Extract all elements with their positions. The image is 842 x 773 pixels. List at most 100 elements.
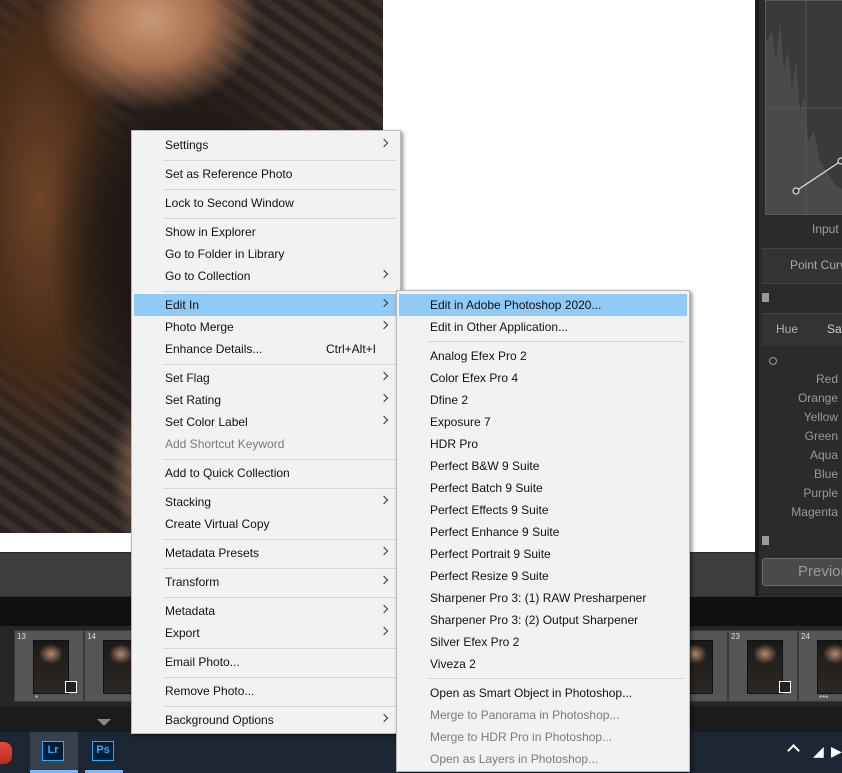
chevron-right-icon xyxy=(379,371,389,381)
menu-item-show-in-explorer[interactable]: Show in Explorer xyxy=(134,221,398,243)
menu-item-label: Transform xyxy=(165,575,220,589)
previous-button-label: Previou xyxy=(798,563,842,580)
submenu-item-label: Perfect B&W 9 Suite xyxy=(430,459,540,473)
submenu-item-perfect-resize-9-suite[interactable]: Perfect Resize 9 Suite xyxy=(399,565,687,587)
menu-item-email-photo[interactable]: Email Photo... xyxy=(134,651,398,673)
creative-cloud-icon[interactable] xyxy=(0,742,12,764)
filmstrip-thumbnail[interactable]: 24 *** xyxy=(798,630,842,703)
menu-item-set-rating[interactable]: Set Rating xyxy=(134,389,398,411)
submenu-item-perfect-enhance-9-suite[interactable]: Perfect Enhance 9 Suite xyxy=(399,521,687,543)
thumbnail-index: 14 xyxy=(87,632,96,641)
chevron-right-icon xyxy=(379,393,389,403)
menu-separator xyxy=(163,291,396,292)
hsl-label-purple: Purple xyxy=(803,486,838,500)
submenu-item-open-as-smart-object-in-photoshop[interactable]: Open as Smart Object in Photoshop... xyxy=(399,682,687,704)
hsl-label-blue: Blue xyxy=(813,467,838,481)
filmstrip-thumbnail[interactable]: 13 * xyxy=(14,630,84,703)
menu-item-label: Email Photo... xyxy=(165,655,240,669)
filmstrip-dropdown-icon[interactable] xyxy=(97,719,111,726)
chevron-right-icon xyxy=(379,269,389,279)
submenu-item-silver-efex-pro-2[interactable]: Silver Efex Pro 2 xyxy=(399,631,687,653)
menu-item-add-shortcut-keyword: Add Shortcut Keyword xyxy=(134,433,398,455)
submenu-item-exposure-7[interactable]: Exposure 7 xyxy=(399,411,687,433)
menu-separator xyxy=(163,488,396,489)
photoshop-icon[interactable]: Ps xyxy=(92,741,114,761)
menu-item-background-options[interactable]: Background Options xyxy=(134,709,398,731)
menu-separator xyxy=(163,160,396,161)
menu-item-go-to-folder-in-library[interactable]: Go to Folder in Library xyxy=(134,243,398,265)
menu-item-edit-in[interactable]: Edit In xyxy=(134,294,398,316)
speaker-icon[interactable]: ▶ xyxy=(831,743,842,760)
submenu-item-dfine-2[interactable]: Dfine 2 xyxy=(399,389,687,411)
menu-item-shortcut: Ctrl+Alt+I xyxy=(325,342,376,356)
edited-badge-icon xyxy=(779,681,791,693)
chevron-right-icon xyxy=(379,298,389,308)
submenu-item-label: Edit in Adobe Photoshop 2020... xyxy=(430,298,602,312)
tab-hue[interactable]: Hue xyxy=(776,322,798,336)
chevron-right-icon xyxy=(379,415,389,425)
submenu-item-perfect-batch-9-suite[interactable]: Perfect Batch 9 Suite xyxy=(399,477,687,499)
menu-item-label: Set Rating xyxy=(165,393,222,407)
hsl-label-green: Green xyxy=(804,429,838,443)
menu-item-add-to-quick-collection[interactable]: Add to Quick Collection xyxy=(134,462,398,484)
menu-item-set-color-label[interactable]: Set Color Label xyxy=(134,411,398,433)
menu-item-set-as-reference-photo[interactable]: Set as Reference Photo xyxy=(134,163,398,185)
submenu-item-analog-efex-pro-2[interactable]: Analog Efex Pro 2 xyxy=(399,345,687,367)
menu-item-lock-to-second-window[interactable]: Lock to Second Window xyxy=(134,192,398,214)
hsl-label-magenta: Magenta xyxy=(791,505,838,519)
wifi-icon[interactable]: ◢ xyxy=(813,743,824,760)
menu-item-label: Enhance Details... xyxy=(165,342,263,356)
menu-item-label: Add Shortcut Keyword xyxy=(165,437,285,451)
tone-curve-graph[interactable] xyxy=(765,0,842,215)
menu-item-metadata[interactable]: Metadata xyxy=(134,600,398,622)
curve-input-label: Input xyxy=(812,222,839,236)
menu-item-go-to-collection[interactable]: Go to Collection xyxy=(134,265,398,287)
histogram-curve xyxy=(766,1,842,214)
panel-toggle-switch[interactable] xyxy=(762,536,769,545)
submenu-item-color-efex-pro-4[interactable]: Color Efex Pro 4 xyxy=(399,367,687,389)
panel-toggle-switch[interactable] xyxy=(762,293,769,302)
submenu-item-perfect-effects-9-suite[interactable]: Perfect Effects 9 Suite xyxy=(399,499,687,521)
menu-separator xyxy=(163,706,396,707)
menu-item-export[interactable]: Export xyxy=(134,622,398,644)
edit-in-submenu: Edit in Adobe Photoshop 2020... Edit in O… xyxy=(396,290,690,772)
menu-separator xyxy=(163,568,396,569)
submenu-item-edit-in-adobe-photoshop-2020[interactable]: Edit in Adobe Photoshop 2020... xyxy=(399,294,687,316)
submenu-item-label: Perfect Portrait 9 Suite xyxy=(430,547,551,561)
menu-item-transform[interactable]: Transform xyxy=(134,571,398,593)
menu-separator xyxy=(163,189,396,190)
submenu-item-viveza-2[interactable]: Viveza 2 xyxy=(399,653,687,675)
submenu-item-hdr-pro[interactable]: HDR Pro xyxy=(399,433,687,455)
menu-separator xyxy=(163,218,396,219)
submenu-item-label: Perfect Batch 9 Suite xyxy=(430,481,543,495)
menu-item-photo-merge[interactable]: Photo Merge xyxy=(134,316,398,338)
submenu-item-edit-in-other-application[interactable]: Edit in Other Application... xyxy=(399,316,687,338)
menu-item-enhance-details[interactable]: Enhance Details... Ctrl+Alt+I xyxy=(134,338,398,360)
menu-separator xyxy=(163,597,396,598)
thumbnail-image xyxy=(747,640,783,694)
chevron-right-icon xyxy=(379,320,389,330)
menu-item-set-flag[interactable]: Set Flag xyxy=(134,367,398,389)
lightroom-icon[interactable]: Lr xyxy=(42,741,64,761)
menu-item-metadata-presets[interactable]: Metadata Presets xyxy=(134,542,398,564)
filmstrip-thumbnail[interactable]: 23 xyxy=(728,630,798,702)
menu-item-label: Metadata Presets xyxy=(165,546,260,560)
menu-item-label: Photo Merge xyxy=(165,320,234,334)
submenu-item-perfect-portrait-9-suite[interactable]: Perfect Portrait 9 Suite xyxy=(399,543,687,565)
submenu-item-sharpener-pro-3-2-output-sharpener[interactable]: Sharpener Pro 3: (2) Output Sharpener xyxy=(399,609,687,631)
target-adjust-icon[interactable] xyxy=(769,357,777,365)
submenu-item-perfect-bandw-9-suite[interactable]: Perfect B&W 9 Suite xyxy=(399,455,687,477)
menu-item-stacking[interactable]: Stacking xyxy=(134,491,398,513)
menu-item-label: Show in Explorer xyxy=(165,225,256,239)
thumbnail-index: 13 xyxy=(17,632,26,641)
submenu-item-label: Perfect Resize 9 Suite xyxy=(430,569,549,583)
menu-item-create-virtual-copy[interactable]: Create Virtual Copy xyxy=(134,513,398,535)
submenu-item-label: Perfect Enhance 9 Suite xyxy=(430,525,560,539)
submenu-item-label: Open as Layers in Photoshop... xyxy=(430,752,599,766)
submenu-item-label: Open as Smart Object in Photoshop... xyxy=(430,686,633,700)
tab-saturation[interactable]: Sat xyxy=(827,322,842,336)
menu-item-remove-photo[interactable]: Remove Photo... xyxy=(134,680,398,702)
submenu-item-sharpener-pro-3-1-raw-presharpener[interactable]: Sharpener Pro 3: (1) RAW Presharpener xyxy=(399,587,687,609)
menu-item-settings[interactable]: Settings xyxy=(134,134,398,156)
menu-separator xyxy=(163,364,396,365)
